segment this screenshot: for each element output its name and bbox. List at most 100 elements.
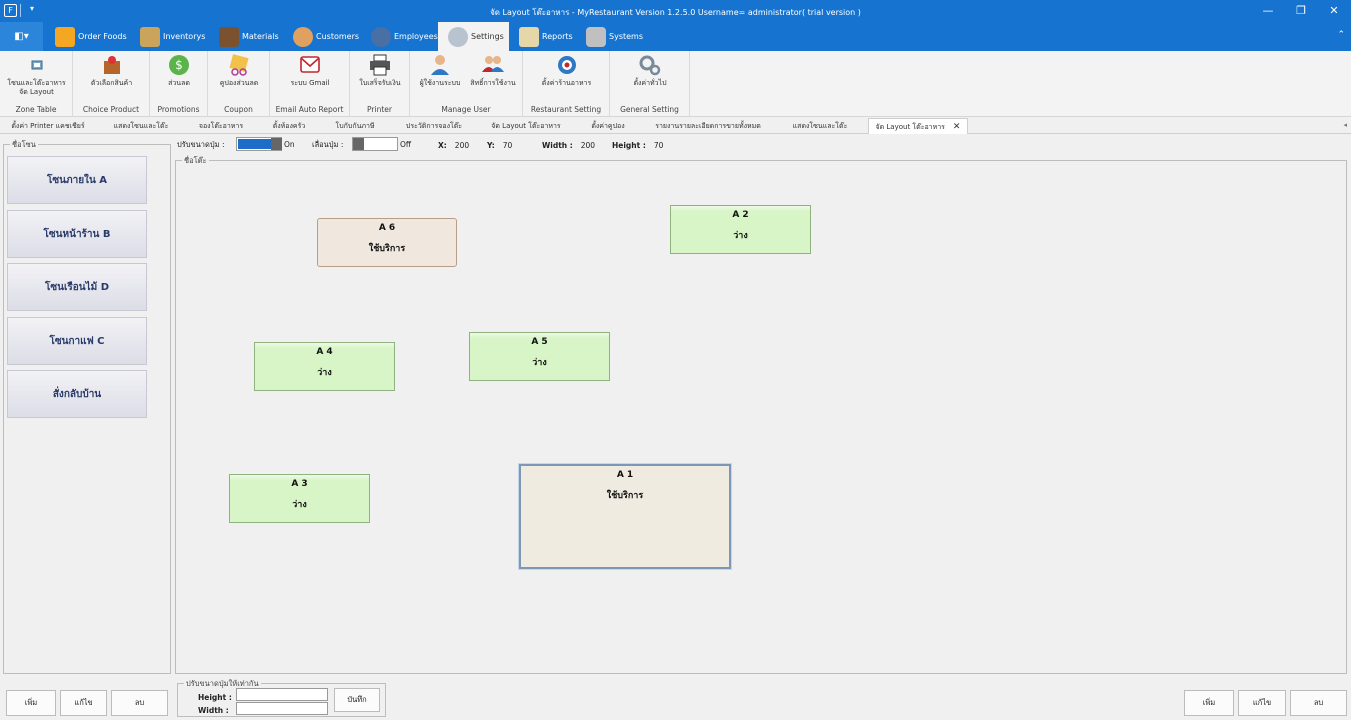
group-caption: Promotions <box>157 105 200 114</box>
permissions-button[interactable]: สิทธิ์การใช้งาน <box>466 54 520 88</box>
group-printer: ใบเสร็จรับเงิน Printer <box>350 51 410 117</box>
group-choice-product: ตัวเลือกสินค้า Choice Product <box>73 51 150 117</box>
tab-inventorys[interactable]: Inventorys <box>140 22 205 51</box>
group-general-setting: ตั้งค่าทั่วไป General Setting <box>610 51 690 117</box>
equal-size-group: ปรับขนาดปุ่มให้เท่ากัน Height : Width : … <box>177 678 386 717</box>
group-promotions: $ ส่วนลด Promotions <box>150 51 208 117</box>
move-toggle[interactable] <box>352 137 398 151</box>
minimize-button[interactable]: — <box>1258 3 1278 19</box>
group-caption: Restaurant Setting <box>530 105 602 114</box>
gears-icon <box>639 55 661 76</box>
doc-tab-reservation-history[interactable]: ประวัติการจองโต๊ะ <box>394 118 474 134</box>
table-a4[interactable]: A 4 ว่าง <box>254 342 395 391</box>
doc-tab-table-layout[interactable]: จัด Layout โต๊ะอาหาร <box>482 118 570 134</box>
x-readout: X: 200 <box>438 141 470 150</box>
ribbon: โซนและโต๊ะอาหาร จัด Layout Zone Table ตั… <box>0 51 1351 117</box>
group-caption: General Setting <box>620 105 679 114</box>
zone-button-takeaway[interactable]: สั่งกลับบ้าน <box>7 370 147 418</box>
printer-icon <box>370 54 390 76</box>
zone-add-button[interactable]: เพิ่ม <box>6 690 56 716</box>
group-caption: Zone Table <box>15 105 57 114</box>
discount-button[interactable]: $ ส่วนลด <box>154 54 204 88</box>
table-edit-button[interactable]: แก้ไข <box>1238 690 1286 716</box>
table-a5[interactable]: A 5 ว่าง <box>469 332 610 381</box>
general-setting-button[interactable]: ตั้งค่าทั่วไป <box>616 54 684 88</box>
table-a2[interactable]: A 2 ว่าง <box>670 205 811 254</box>
dollar-coin-icon: $ <box>169 55 189 75</box>
table-layout-area: ชื่อโต๊ะ A 6 ใช้บริการ A 2 ว่าง A 4 ว่าง… <box>175 155 1347 674</box>
resize-state: On <box>284 140 295 149</box>
collapse-ribbon-icon[interactable]: ⌃ <box>1337 30 1345 40</box>
close-tab-icon[interactable]: ✕ <box>953 122 961 132</box>
group-caption: Coupon <box>224 105 253 114</box>
toggle-knob <box>353 138 364 150</box>
lock-icon <box>586 26 606 47</box>
resize-toggle[interactable] <box>236 137 282 151</box>
doc-tab-kitchen[interactable]: ตั้งห้องครัว <box>262 118 316 134</box>
height-field-label: Height : <box>198 693 232 702</box>
tab-reports[interactable]: Reports <box>519 22 573 51</box>
zone-button-c[interactable]: โซนกาแฟ C <box>7 317 147 365</box>
doc-tab-table-layout-active[interactable]: จัด Layout โต๊ะอาหาร ✕ <box>868 118 968 134</box>
gmail-button[interactable]: ระบบ Gmail <box>276 54 344 88</box>
tab-employees[interactable]: Employees <box>371 22 438 51</box>
gear-icon <box>448 26 468 47</box>
window-title: จัด Layout โต๊ะอาหาร - MyRestaurant Vers… <box>490 8 861 17</box>
doc-tab-sales-report[interactable]: รายงานรายละเอียดการขายทั้งหมด <box>646 118 770 134</box>
toggle-fill <box>238 139 272 149</box>
table-delete-button[interactable]: ลบ <box>1290 690 1347 716</box>
user-icon <box>431 55 449 75</box>
zone-delete-button[interactable]: ลบ <box>111 690 168 716</box>
customer-icon <box>293 26 313 47</box>
table-add-button[interactable]: เพิ่ม <box>1184 690 1234 716</box>
zone-panel-label: ชื่อโซน <box>10 139 38 151</box>
employee-icon <box>371 26 391 47</box>
doc-tab-show-zone-table-2[interactable]: แสดงโซนและโต๊ะ <box>780 118 860 134</box>
tab-order-foods[interactable]: Order Foods <box>55 22 127 51</box>
choice-product-button[interactable]: ตัวเลือกสินค้า <box>77 54 146 88</box>
zone-button-b[interactable]: โซนหน้าร้าน B <box>7 210 147 258</box>
toggle-knob <box>271 138 282 150</box>
doc-tab-printer-cashier[interactable]: ตั้งค่า Printer แคชเชียร์ <box>2 118 94 134</box>
group-caption: Email Auto Report <box>275 105 344 114</box>
system-users-button[interactable]: ผู้ใช้งานระบบ <box>414 54 466 88</box>
app-menu-button[interactable]: ◧▾ <box>0 22 43 51</box>
tab-systems[interactable]: Systems <box>586 22 643 51</box>
zone-panel: ชื่อโซน โซนภายใน A โซนหน้าร้าน B โซนเรือ… <box>3 139 171 674</box>
title-bar: F ▾ จัด Layout โต๊ะอาหาร - MyRestaurant … <box>0 0 1351 22</box>
group-zone-table: โซนและโต๊ะอาหาร จัด Layout Zone Table <box>0 51 73 117</box>
height-input[interactable] <box>236 688 328 701</box>
zone-table-layout-button[interactable]: โซนและโต๊ะอาหาร จัด Layout <box>2 54 71 97</box>
group-manage-user: ผู้ใช้งานระบบ สิทธิ์การใช้งาน Manage Use… <box>410 51 523 117</box>
receipt-printer-button[interactable]: ใบเสร็จรับเงิน <box>353 54 407 88</box>
group-email-auto-report: ระบบ Gmail Email Auto Report <box>270 51 350 117</box>
restore-button[interactable]: ❐ <box>1291 3 1311 19</box>
coupon-icon <box>229 54 249 76</box>
zone-button-a[interactable]: โซนภายใน A <box>7 156 147 204</box>
doc-tab-coupon-setting[interactable]: ตั้งค่าคูปอง <box>578 118 638 134</box>
table-a6[interactable]: A 6 ใช้บริการ <box>317 218 457 267</box>
close-button[interactable]: ✕ <box>1324 3 1344 19</box>
tab-scroll-left-icon[interactable]: ◂ <box>1343 121 1347 129</box>
tab-materials[interactable]: Materials <box>219 22 279 51</box>
width-input[interactable] <box>236 702 328 715</box>
order-icon <box>55 26 75 47</box>
doc-tab-reserve-table[interactable]: จองโต๊ะอาหาร <box>188 118 254 134</box>
box-icon <box>140 26 160 47</box>
zone-edit-button[interactable]: แก้ไข <box>60 690 107 716</box>
restaurant-setting-button[interactable]: ตั้งค่าร้านอาหาร <box>529 54 604 88</box>
move-state: Off <box>400 140 412 149</box>
table-a3[interactable]: A 3 ว่าง <box>229 474 370 523</box>
doc-tab-tax-invoice[interactable]: โบกับกันภาษี <box>324 118 386 134</box>
group-caption: Choice Product <box>82 105 140 114</box>
books-icon <box>219 26 239 47</box>
zone-button-d[interactable]: โซนเรือนไม้ D <box>7 263 147 311</box>
coupon-button[interactable]: คูปองส่วนลด <box>212 54 266 88</box>
ribbon-tab-bar: ◧▾ Order Foods Inventorys Materials Cust… <box>0 22 1351 51</box>
doc-tab-show-zone-table[interactable]: แสดงโซนและโต๊ะ <box>100 118 182 134</box>
tab-customers[interactable]: Customers <box>293 22 359 51</box>
resize-label: ปรับขนาดปุ่ม : <box>177 140 225 149</box>
tab-settings[interactable]: Settings <box>438 22 509 51</box>
save-size-button[interactable]: บันทึก <box>334 688 380 712</box>
table-a1[interactable]: A 1 ใช้บริการ <box>519 464 731 569</box>
